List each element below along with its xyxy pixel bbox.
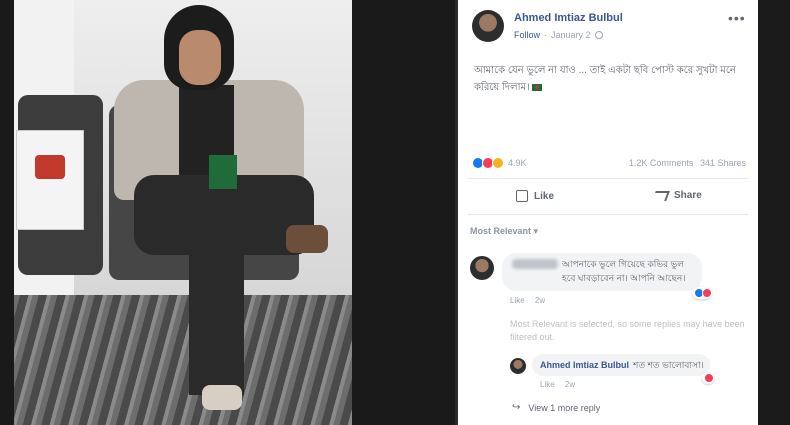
share-label: Share [674,190,702,201]
reaction-summary[interactable]: 4.9K [472,157,527,169]
post-text-content: আমাকে যেন ভুলে না যাও ... তাই একটা ছবি প… [474,65,736,93]
post-timestamp[interactable]: January 2 [551,30,591,40]
post-stats: 1.2K Comments 341 Shares [608,158,746,168]
photo-leg [189,230,244,395]
right-edge-panel [758,0,790,425]
reaction-count: 4.9K [508,158,527,168]
photo-face [179,30,221,85]
post-meta: Follow · January 2 [514,30,603,40]
reply-content: Ahmed Imtiaz Bulbul শত শত ভালোবাসা। [540,358,710,372]
reply-text: শত শত ভালোবাসা। [633,360,704,370]
commenter-name-blurred [512,259,558,269]
post-text: আমাকে যেন ভুলে না যাও ... তাই একটা ছবি প… [474,62,744,96]
photo-shopping-bag [16,130,84,230]
reply-like-link[interactable]: Like [540,380,555,389]
photo-shoe [286,225,328,253]
post-card: Ahmed Imtiaz Bulbul Follow · January 2 •… [458,0,758,425]
like-button[interactable]: Like [516,190,554,202]
follow-link[interactable]: Follow [514,30,540,40]
love-reaction-icon [704,373,714,383]
love-reaction-icon [702,288,712,298]
bag-logo [35,155,65,179]
share-button[interactable]: Share [652,190,702,201]
photo-passport [209,155,237,189]
divider [468,214,748,215]
reply-reactions[interactable] [702,372,714,384]
shares-count[interactable]: 341 Shares [700,158,746,168]
reply-bubble: Ahmed Imtiaz Bulbul শত শত ভালোবাসা। [532,354,710,376]
comment-reactions[interactable] [692,287,712,299]
author-name[interactable]: Ahmed Imtiaz Bulbul [514,12,623,24]
photo-viewer [0,0,455,425]
photo-carpet [14,295,352,425]
share-arrow-icon [652,190,670,201]
reply-author-avatar[interactable] [510,358,526,374]
reply-actions: Like 2w [540,380,583,389]
bangladesh-flag-icon [532,83,543,91]
reply-time[interactable]: 2w [565,380,575,389]
filter-notice: Most Relevant is selected, so some repli… [510,319,745,342]
comment-actions: Like 2w [510,296,553,305]
reply-arrow-icon: ↪ [512,402,521,413]
photo-shoe [202,385,242,410]
author-avatar[interactable] [472,10,504,42]
post-photo[interactable] [14,0,352,425]
globe-icon [594,31,603,39]
comment-time[interactable]: 2w [535,296,545,305]
commenter-avatar[interactable] [470,256,494,280]
meta-separator: · [544,30,548,40]
view-more-replies-link[interactable]: ↪ View 1 more reply [512,402,600,413]
more-replies-label: View 1 more reply [528,402,601,413]
like-label: Like [534,190,555,202]
comment-bubble: আপনাকে ভুলে গিয়েছে কভির ভুল হবে ঘাবড়াব… [502,253,702,291]
more-options-icon[interactable]: ••• [728,10,746,26]
haha-reaction-icon [492,157,504,169]
comment-filter-dropdown[interactable]: Most Relevant ▾ [470,226,538,237]
thumbs-up-icon [516,190,528,202]
comments-count[interactable]: 1.2K Comments [629,158,694,168]
comment-text: আপনাকে ভুলে গিয়েছে কভির ভুল হবে ঘাবড়াব… [562,259,686,283]
reply-author-name[interactable]: Ahmed Imtiaz Bulbul [540,360,629,370]
divider [468,178,748,179]
comment-like-link[interactable]: Like [510,296,525,305]
